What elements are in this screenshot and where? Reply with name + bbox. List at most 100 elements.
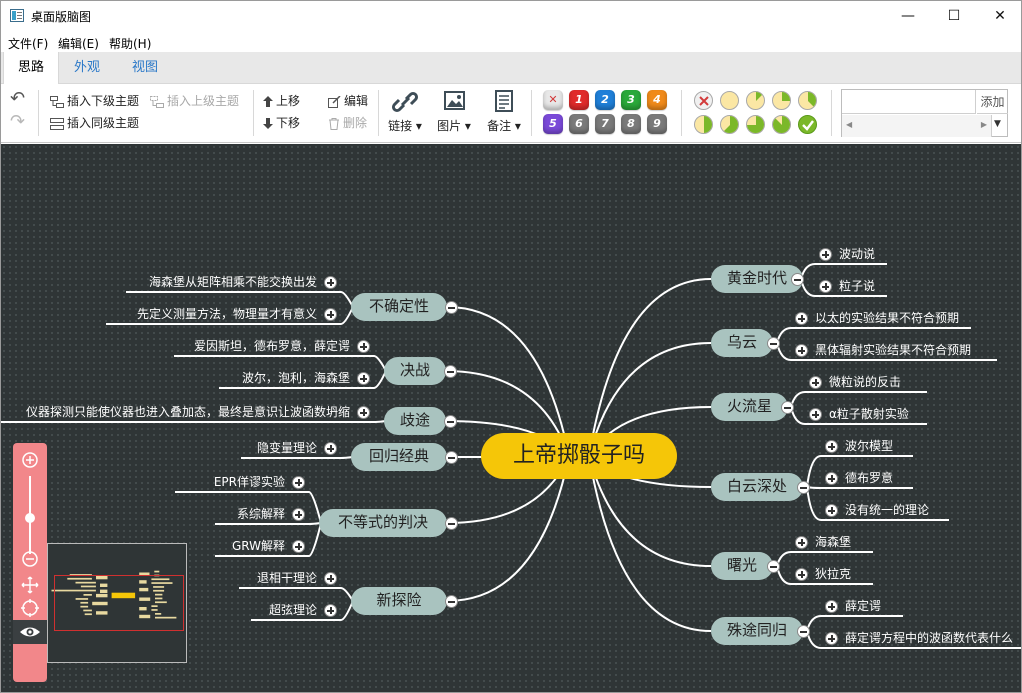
tab-view[interactable]: 视图 <box>118 52 172 84</box>
collapse-toggle-icon[interactable] <box>767 560 780 573</box>
expand-toggle-icon[interactable] <box>795 536 808 549</box>
expand-toggle-icon[interactable] <box>825 440 838 453</box>
subtopic-node[interactable]: 波尔，泡利，海森堡 <box>225 369 350 387</box>
expand-toggle-icon[interactable] <box>809 408 822 421</box>
progress-2-button[interactable] <box>746 91 765 110</box>
progress-8-button[interactable] <box>772 115 791 134</box>
subtopic-node[interactable]: GRW解释 <box>221 537 285 555</box>
progress-7-button[interactable] <box>746 115 765 134</box>
expand-toggle-icon[interactable] <box>795 344 808 357</box>
topic-node[interactable]: 乌云 <box>711 329 774 357</box>
topic-node[interactable]: 不确定性 <box>351 293 447 321</box>
priority-4-button[interactable]: 4 <box>647 90 667 110</box>
priority-clear-button[interactable]: ✕ <box>543 90 563 110</box>
topic-node[interactable]: 歧途 <box>384 407 446 435</box>
image-button[interactable]: 图片 ▾ <box>433 90 475 133</box>
expand-toggle-icon[interactable] <box>357 372 370 385</box>
subtopic-node[interactable]: EPR佯谬实验 <box>181 473 285 491</box>
move-down-button[interactable]: 下移 <box>263 114 300 132</box>
topic-node[interactable]: 不等式的判决 <box>319 509 447 537</box>
subtopic-node[interactable]: 海森堡从矩阵相乘不能交换出发 <box>132 273 317 291</box>
subtopic-node[interactable]: 粒子说 <box>839 277 875 295</box>
expand-toggle-icon[interactable] <box>324 276 337 289</box>
expand-toggle-icon[interactable] <box>324 442 337 455</box>
mindmap-canvas[interactable]: 上帝掷骰子吗 黄金时代 波动说 粒子说 乌云 以太的实验结果不符合预期 黑体辐射实验结果不符… <box>1 144 1021 692</box>
priority-5-button[interactable]: 5 <box>543 114 563 134</box>
progress-6-button[interactable] <box>720 115 739 134</box>
collapse-toggle-icon[interactable] <box>797 625 810 638</box>
expand-toggle-icon[interactable] <box>809 376 822 389</box>
priority-6-button[interactable]: 6 <box>569 114 589 134</box>
collapse-toggle-icon[interactable] <box>445 517 458 530</box>
topic-node[interactable]: 白云深处 <box>711 473 804 501</box>
priority-3-button[interactable]: 3 <box>621 90 641 110</box>
expand-toggle-icon[interactable] <box>324 308 337 321</box>
link-button[interactable]: 链接 ▾ <box>384 90 426 133</box>
maximize-button[interactable]: ☐ <box>931 1 977 31</box>
scroll-right-icon[interactable]: ▶ <box>981 120 987 129</box>
collapse-toggle-icon[interactable] <box>781 401 794 414</box>
expand-toggle-icon[interactable] <box>357 406 370 419</box>
progress-4-button[interactable] <box>798 91 817 110</box>
add-tag-button[interactable]: 添加 <box>977 90 1008 114</box>
subtopic-node[interactable]: 爱因斯坦，德布罗意，薛定谔 <box>180 337 350 355</box>
subtopic-node[interactable]: 德布罗意 <box>845 469 893 487</box>
expand-toggle-icon[interactable] <box>819 280 832 293</box>
topic-node[interactable]: 火流星 <box>711 393 789 421</box>
topic-node[interactable]: 曙光 <box>711 552 774 580</box>
menu-help[interactable]: 帮助(H) <box>109 35 151 52</box>
priority-1-button[interactable]: 1 <box>569 90 589 110</box>
expand-toggle-icon[interactable] <box>825 600 838 613</box>
tab-appearance[interactable]: 外观 <box>60 52 114 84</box>
subtopic-node[interactable]: 海森堡 <box>815 533 851 551</box>
center-root-button[interactable] <box>21 599 39 617</box>
expand-toggle-icon[interactable] <box>324 604 337 617</box>
subtopic-node[interactable]: 薛定谔 <box>845 597 881 615</box>
progress-3-button[interactable] <box>772 91 791 110</box>
move-up-button[interactable]: 上移 <box>263 92 300 110</box>
collapse-toggle-icon[interactable] <box>445 451 458 464</box>
insert-parent-button[interactable]: 插入上级主题 <box>150 92 239 110</box>
toggle-minimap-button[interactable] <box>13 620 47 644</box>
subtopic-node[interactable]: 没有统一的理论 <box>845 501 929 519</box>
expand-toggle-icon[interactable] <box>292 508 305 521</box>
menu-file[interactable]: 文件(F) <box>8 35 48 52</box>
collapse-toggle-icon[interactable] <box>767 337 780 350</box>
minimize-button[interactable]: — <box>885 1 931 31</box>
progress-5-button[interactable] <box>694 115 713 134</box>
subtopic-node[interactable]: 狄拉克 <box>815 565 851 583</box>
topic-node[interactable]: 殊途同归 <box>711 617 804 645</box>
subtopic-node[interactable]: 黑体辐射实验结果不符合预期 <box>815 341 971 359</box>
collapse-toggle-icon[interactable] <box>791 273 804 286</box>
subtopic-node[interactable]: 退相干理论 <box>245 569 317 587</box>
expand-toggle-icon[interactable] <box>825 472 838 485</box>
move-canvas-button[interactable] <box>21 576 39 594</box>
insert-child-button[interactable]: 插入下级主题 <box>50 92 139 110</box>
subtopic-node[interactable]: 以太的实验结果不符合预期 <box>815 309 959 327</box>
expand-toggle-icon[interactable] <box>357 340 370 353</box>
collapse-toggle-icon[interactable] <box>797 481 810 494</box>
tag-input[interactable] <box>842 90 976 114</box>
note-button[interactable]: 备注 ▾ <box>483 90 525 133</box>
delete-button[interactable]: 删除 <box>328 114 367 132</box>
scroll-left-icon[interactable]: ◀ <box>846 120 852 129</box>
redo-button[interactable]: ↷ <box>10 113 25 131</box>
root-topic[interactable]: 上帝掷骰子吗 <box>481 433 677 479</box>
expand-toggle-icon[interactable] <box>795 312 808 325</box>
tag-scrollbar[interactable]: ◀ ▶ <box>842 115 992 137</box>
edit-button[interactable]: 编辑 <box>328 92 368 110</box>
menu-edit[interactable]: 编辑(E) <box>58 35 99 52</box>
progress-1-button[interactable] <box>720 91 739 110</box>
progress-9-button[interactable] <box>798 115 817 134</box>
subtopic-node[interactable]: α粒子散射实验 <box>829 405 909 423</box>
close-button[interactable]: ✕ <box>977 1 1021 31</box>
priority-7-button[interactable]: 7 <box>595 114 615 134</box>
priority-8-button[interactable]: 8 <box>621 114 641 134</box>
expand-toggle-icon[interactable] <box>292 540 305 553</box>
minimap-viewport[interactable] <box>54 575 184 631</box>
subtopic-node[interactable]: 仪器探测只能使仪器也进入叠加态，最终是意识让波函数坍缩 <box>1 403 350 421</box>
subtopic-node[interactable]: 薛定谔方程中的波函数代表什么 <box>845 629 1013 647</box>
expand-toggle-icon[interactable] <box>825 632 838 645</box>
collapse-toggle-icon[interactable] <box>444 415 457 428</box>
subtopic-node[interactable]: 微粒说的反击 <box>829 373 901 391</box>
